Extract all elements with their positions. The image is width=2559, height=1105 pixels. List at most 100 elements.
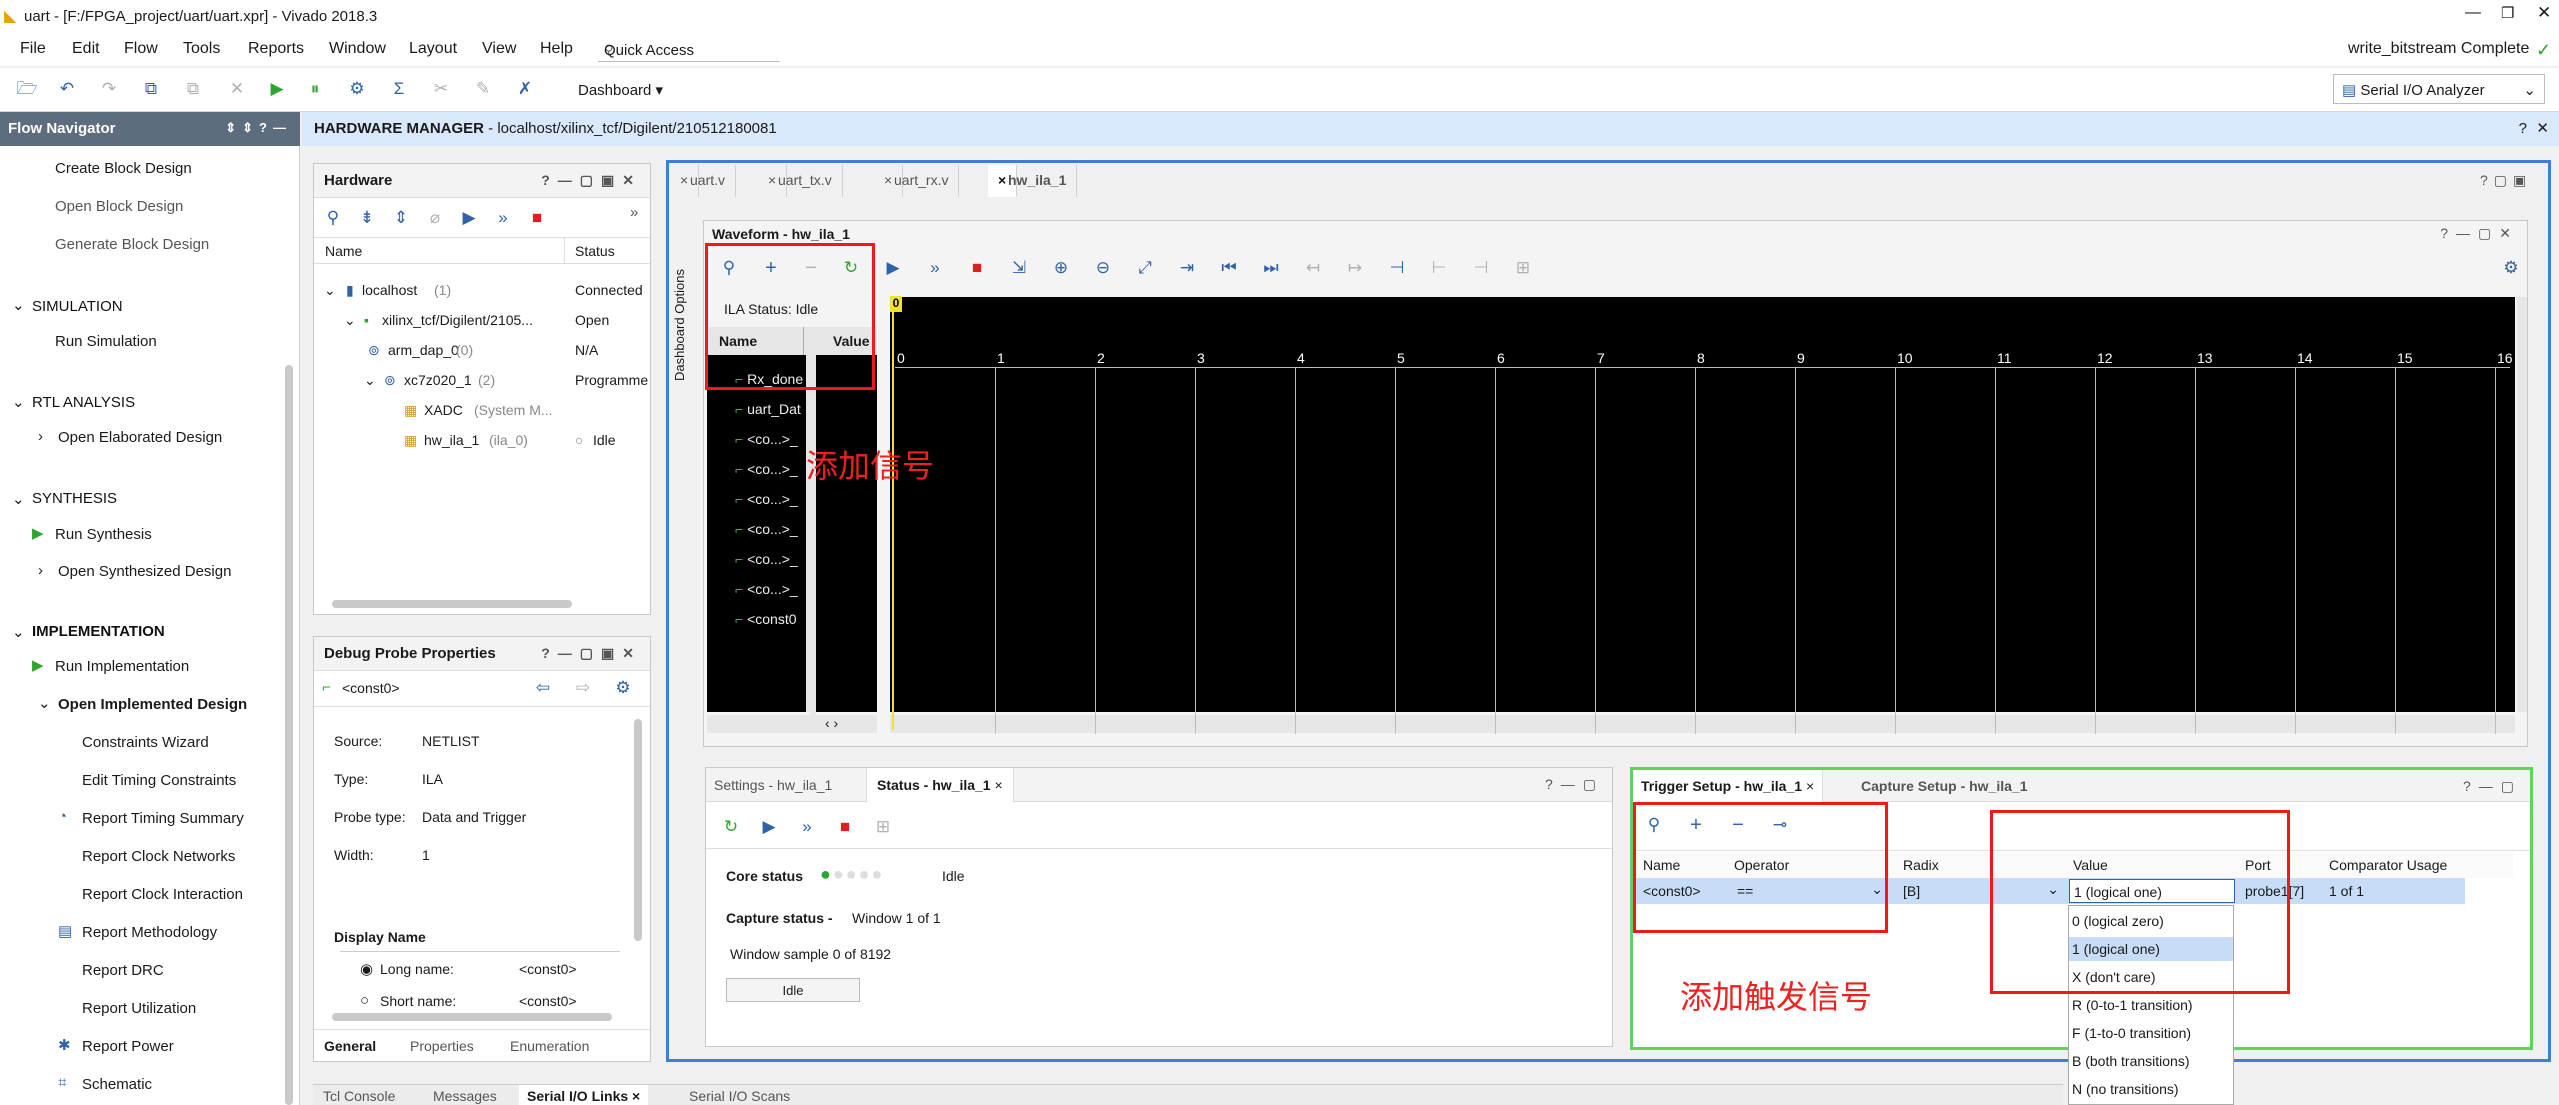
tree-row[interactable]: ⌄ ⊚ xc7z020_1 (2) Programme: [314, 366, 650, 396]
open-project-icon[interactable]: 🗁: [16, 78, 38, 100]
idle-button[interactable]: Idle: [726, 978, 860, 1002]
signal-row[interactable]: ⌐ <const0: [735, 611, 797, 627]
dropdown-option[interactable]: N (no transitions): [2072, 1081, 2179, 1097]
menu-edit[interactable]: Edit: [72, 40, 100, 58]
horizontal-scrollbar[interactable]: [332, 600, 572, 608]
copy-icon[interactable]: ⧉: [140, 78, 162, 100]
chevron-icon[interactable]: ⌄: [12, 393, 25, 411]
nav-synthesis-section[interactable]: SYNTHESIS: [32, 490, 117, 507]
menu-window[interactable]: Window: [329, 40, 386, 58]
wave-hscroll[interactable]: ‹ ›: [707, 715, 877, 733]
nav-report-utilization[interactable]: Report Utilization: [82, 1000, 196, 1017]
run-immediate-icon[interactable]: »: [924, 257, 946, 279]
zoom-fit-icon[interactable]: ⤢: [1134, 257, 1156, 279]
nav-run-synthesis[interactable]: Run Synthesis: [55, 526, 152, 543]
nav-open-elaborated[interactable]: Open Elaborated Design: [58, 429, 222, 446]
panel-controls-icon[interactable]: ?—▢▣✕: [541, 645, 642, 662]
tab-uart-tx[interactable]: uart_tx.v ×: [758, 165, 843, 197]
nav-schematic[interactable]: Schematic: [82, 1076, 152, 1093]
panel-controls-icon[interactable]: ?▢▣: [2470, 165, 2542, 197]
chevron-icon[interactable]: ⌄: [38, 694, 51, 712]
dashboard-options-tab[interactable]: Dashboard Options: [672, 250, 696, 400]
tool-a-icon[interactable]: ✂: [430, 78, 452, 100]
nav-rtl-section[interactable]: RTL ANALYSIS: [32, 394, 135, 411]
signal-row[interactable]: ⌐ <co...>_: [735, 431, 798, 447]
run-immediate-icon[interactable]: »: [796, 816, 818, 838]
nav-simulation-section[interactable]: SIMULATION: [32, 298, 123, 315]
settings-icon[interactable]: ⚙: [346, 78, 368, 100]
layout-select[interactable]: ▤ Serial I/O Analyzer ⌄: [2333, 74, 2545, 104]
go-cursor-icon[interactable]: ⇥: [1176, 257, 1198, 279]
nav-run-implementation[interactable]: Run Implementation: [55, 658, 189, 675]
program-icon[interactable]: ⏸: [304, 78, 326, 100]
capture-icon[interactable]: ⊞: [872, 816, 894, 838]
panel-controls-icon[interactable]: ?—▢: [1545, 776, 1604, 793]
tree-row[interactable]: ▦ hw_ila_1 (ila_0) ○ Idle: [314, 426, 650, 456]
tool-b-icon[interactable]: ✎: [472, 78, 494, 100]
tab-general[interactable]: General: [324, 1038, 376, 1054]
cursor-marker[interactable]: 0: [890, 296, 902, 312]
delete-icon[interactable]: ✕: [226, 78, 248, 100]
menu-tools[interactable]: Tools: [183, 40, 220, 58]
go-start-icon[interactable]: ⏮: [1218, 257, 1240, 279]
chevron-icon[interactable]: ⌄: [12, 623, 25, 641]
signal-row[interactable]: ⌐ <co...>_: [735, 581, 798, 597]
wave-hscroll-bottom[interactable]: [890, 715, 2515, 733]
col-radix[interactable]: Radix: [1903, 857, 1939, 873]
nav-report-timing[interactable]: Report Timing Summary: [82, 810, 244, 827]
stop-icon[interactable]: ■: [526, 207, 548, 229]
auto-trigger-icon[interactable]: ↻: [720, 816, 742, 838]
tool-c-icon[interactable]: ✗: [514, 78, 536, 100]
nav-edit-timing[interactable]: Edit Timing Constraints: [82, 772, 236, 789]
expand-icon[interactable]: ›: [38, 428, 43, 445]
collapse-all-icon[interactable]: ⇟: [356, 207, 378, 229]
nav-open-synthesized[interactable]: Open Synthesized Design: [58, 563, 231, 580]
zoom-in-icon[interactable]: ⊕: [1050, 257, 1072, 279]
panel-controls-icon[interactable]: ?—▢✕: [2440, 225, 2519, 242]
nav-report-clock-networks[interactable]: Report Clock Networks: [82, 848, 235, 865]
expand-all-icon[interactable]: ⇕: [390, 207, 412, 229]
go-end-icon[interactable]: ⏭: [1260, 257, 1282, 279]
short-name-radio[interactable]: ○: [360, 992, 369, 1009]
zoom-out-icon[interactable]: ⊖: [1092, 257, 1114, 279]
nav-run-simulation[interactable]: Run Simulation: [55, 333, 157, 350]
menu-help[interactable]: Help: [540, 40, 573, 58]
help-icon[interactable]: ?: [2519, 120, 2527, 137]
nav-report-methodology[interactable]: Report Methodology: [82, 924, 217, 941]
tab-trigger-setup[interactable]: Trigger Setup - hw_ila_1 ×: [1633, 770, 1824, 802]
nav-create-block-design[interactable]: Create Block Design: [55, 160, 192, 177]
nav-report-drc[interactable]: Report DRC: [82, 962, 164, 979]
nav-scrollbar[interactable]: [285, 365, 293, 1105]
quick-access-search[interactable]: ⚲ Quick Access: [598, 36, 780, 62]
next-transition-icon[interactable]: ↦: [1344, 257, 1366, 279]
minimize-icon[interactable]: —: [2465, 4, 2481, 22]
stop-icon[interactable]: ■: [966, 257, 988, 279]
signal-row[interactable]: ⌐ <co...>_: [735, 521, 798, 537]
stop-icon[interactable]: ■: [834, 816, 856, 838]
dashboard-menu[interactable]: Dashboard ▾: [578, 81, 663, 99]
auto-connect-icon[interactable]: ⌀: [424, 207, 446, 229]
menu-reports[interactable]: Reports: [248, 40, 304, 58]
close-icon[interactable]: ✕: [2537, 3, 2551, 23]
tab-messages[interactable]: Messages: [433, 1088, 497, 1104]
expand-icon[interactable]: ›: [38, 562, 43, 579]
tab-capture-setup[interactable]: Capture Setup - hw_ila_1: [1861, 778, 2027, 794]
signal-row[interactable]: ⌐ <co...>_: [735, 551, 798, 567]
panel-controls-icon[interactable]: ?—▢▣✕: [541, 172, 642, 189]
dropdown-option[interactable]: F (1-to-0 transition): [2072, 1025, 2191, 1041]
tree-row[interactable]: ⊚ arm_dap_0 (0) N/A: [314, 336, 650, 366]
undo-icon[interactable]: ↶: [56, 78, 78, 100]
tree-row[interactable]: ▦ XADC (System M...: [314, 396, 650, 426]
forward-arrow-icon[interactable]: ⇨: [572, 677, 594, 699]
restore-icon[interactable]: ❐: [2501, 4, 2514, 22]
more-icon[interactable]: »: [630, 204, 638, 221]
wave-vscroll[interactable]: [2517, 297, 2527, 712]
tab-tcl-console[interactable]: Tcl Console: [323, 1088, 395, 1104]
nav-implementation-section[interactable]: IMPLEMENTATION: [32, 623, 165, 640]
tab-uart-v[interactable]: uart.v ×: [670, 165, 737, 197]
nav-report-clock-interaction[interactable]: Report Clock Interaction: [82, 886, 243, 903]
dropdown-option[interactable]: R (0-to-1 transition): [2072, 997, 2193, 1013]
panel-controls-icon[interactable]: ?—▢: [2463, 778, 2522, 795]
tab-serial-io-scans[interactable]: Serial I/O Scans: [689, 1088, 790, 1104]
export-icon[interactable]: ⇲: [1008, 257, 1030, 279]
